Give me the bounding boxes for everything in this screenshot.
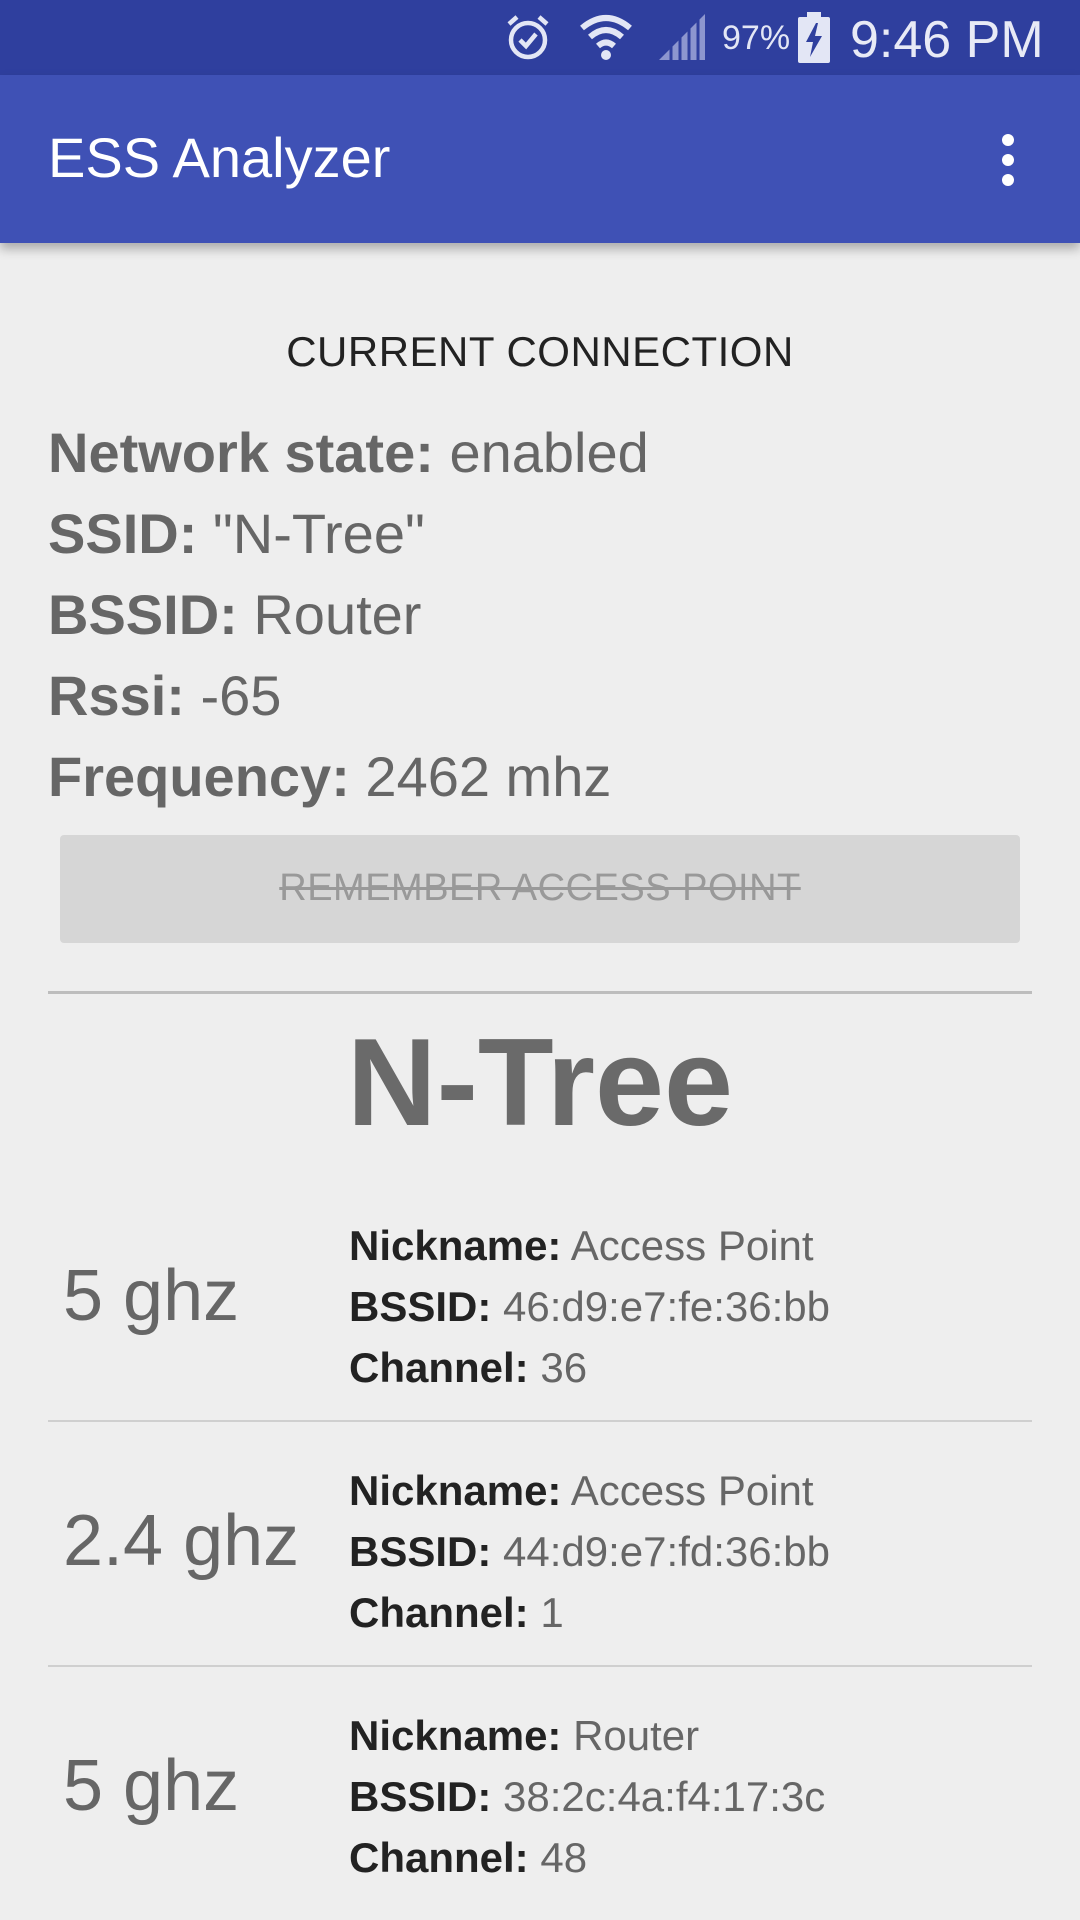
rssi-line: Rssi: -65 bbox=[48, 663, 281, 728]
wifi-icon bbox=[578, 12, 634, 67]
access-point-row[interactable]: 2.4 ghz Nickname: Access Point BSSID: 44… bbox=[48, 1450, 1032, 1690]
nickname-label: Nickname: bbox=[349, 1712, 562, 1759]
access-point-details: Nickname: Access Point BSSID: 44:d9:e7:f… bbox=[349, 1460, 830, 1643]
bssid-label: BSSID: bbox=[349, 1528, 492, 1575]
status-clock: 9:46 PM bbox=[850, 11, 1044, 69]
nickname-value: Access Point bbox=[570, 1222, 814, 1269]
access-point-details: Nickname: Router BSSID: 38:2c:4a:f4:17:3… bbox=[349, 1705, 825, 1888]
overflow-menu-icon[interactable] bbox=[990, 130, 1026, 190]
battery-charging-icon bbox=[797, 12, 831, 69]
bssid-label: BSSID: bbox=[48, 583, 238, 646]
bssid-value: Router bbox=[253, 583, 422, 646]
app-title: ESS Analyzer bbox=[48, 126, 391, 189]
bssid-value: 46:d9:e7:fe:36:bb bbox=[503, 1283, 830, 1330]
access-point-details: Nickname: Access Point BSSID: 46:d9:e7:f… bbox=[349, 1215, 830, 1398]
battery-percent: 97% bbox=[722, 19, 791, 57]
frequency-line: Frequency: 2462 mhz bbox=[48, 744, 611, 809]
row-divider bbox=[48, 1665, 1032, 1667]
nickname-value: Router bbox=[573, 1712, 700, 1759]
nickname-label: Nickname: bbox=[349, 1467, 562, 1514]
nickname-value: Access Point bbox=[570, 1467, 814, 1514]
alarm-icon bbox=[503, 12, 553, 67]
nickname-label: Nickname: bbox=[349, 1222, 562, 1269]
row-divider bbox=[48, 1420, 1032, 1422]
channel-value: 48 bbox=[540, 1834, 588, 1881]
bssid-line: BSSID: Router bbox=[48, 582, 421, 647]
app-bar: ESS Analyzer bbox=[0, 75, 1080, 243]
bssid-label: BSSID: bbox=[349, 1773, 492, 1820]
network-state-line: Network state: enabled bbox=[48, 420, 649, 485]
bssid-value: 44:d9:e7:fd:36:bb bbox=[503, 1528, 830, 1575]
channel-value: 36 bbox=[540, 1344, 588, 1391]
ssid-value: "N-Tree" bbox=[212, 502, 425, 565]
network-name: N-Tree bbox=[347, 1014, 733, 1152]
access-point-band: 2.4 ghz bbox=[63, 1501, 300, 1581]
cell-signal-icon bbox=[657, 12, 707, 67]
ssid-label: SSID: bbox=[48, 502, 198, 565]
frequency-value: 2462 mhz bbox=[365, 745, 612, 808]
access-point-band: 5 ghz bbox=[63, 1746, 240, 1826]
status-bar: 97% 9:46 PM bbox=[0, 0, 1080, 75]
access-point-band: 5 ghz bbox=[63, 1256, 240, 1336]
network-state-label: Network state: bbox=[48, 421, 434, 484]
channel-value: 1 bbox=[540, 1589, 564, 1636]
remember-access-point-button[interactable]: REMEMBER ACCESS POINT bbox=[60, 835, 1020, 943]
rssi-label: Rssi: bbox=[48, 664, 185, 727]
current-connection-heading: CURRENT CONNECTION bbox=[286, 328, 794, 375]
bssid-label: BSSID: bbox=[349, 1283, 492, 1330]
channel-label: Channel: bbox=[349, 1589, 529, 1636]
ssid-line: SSID: "N-Tree" bbox=[48, 501, 425, 566]
channel-label: Channel: bbox=[349, 1834, 529, 1881]
remember-access-point-label: REMEMBER ACCESS POINT bbox=[279, 867, 801, 909]
rssi-value: -65 bbox=[200, 664, 282, 727]
bssid-value: 38:2c:4a:f4:17:3c bbox=[503, 1773, 826, 1820]
section-divider bbox=[48, 991, 1032, 994]
access-point-row[interactable]: 5 ghz Nickname: Access Point BSSID: 46:d… bbox=[48, 1205, 1032, 1445]
frequency-label: Frequency: bbox=[48, 745, 350, 808]
network-state-value: enabled bbox=[449, 421, 649, 484]
access-point-row[interactable]: 5 ghz Nickname: Router BSSID: 38:2c:4a:f… bbox=[48, 1695, 1032, 1920]
channel-label: Channel: bbox=[349, 1344, 529, 1391]
